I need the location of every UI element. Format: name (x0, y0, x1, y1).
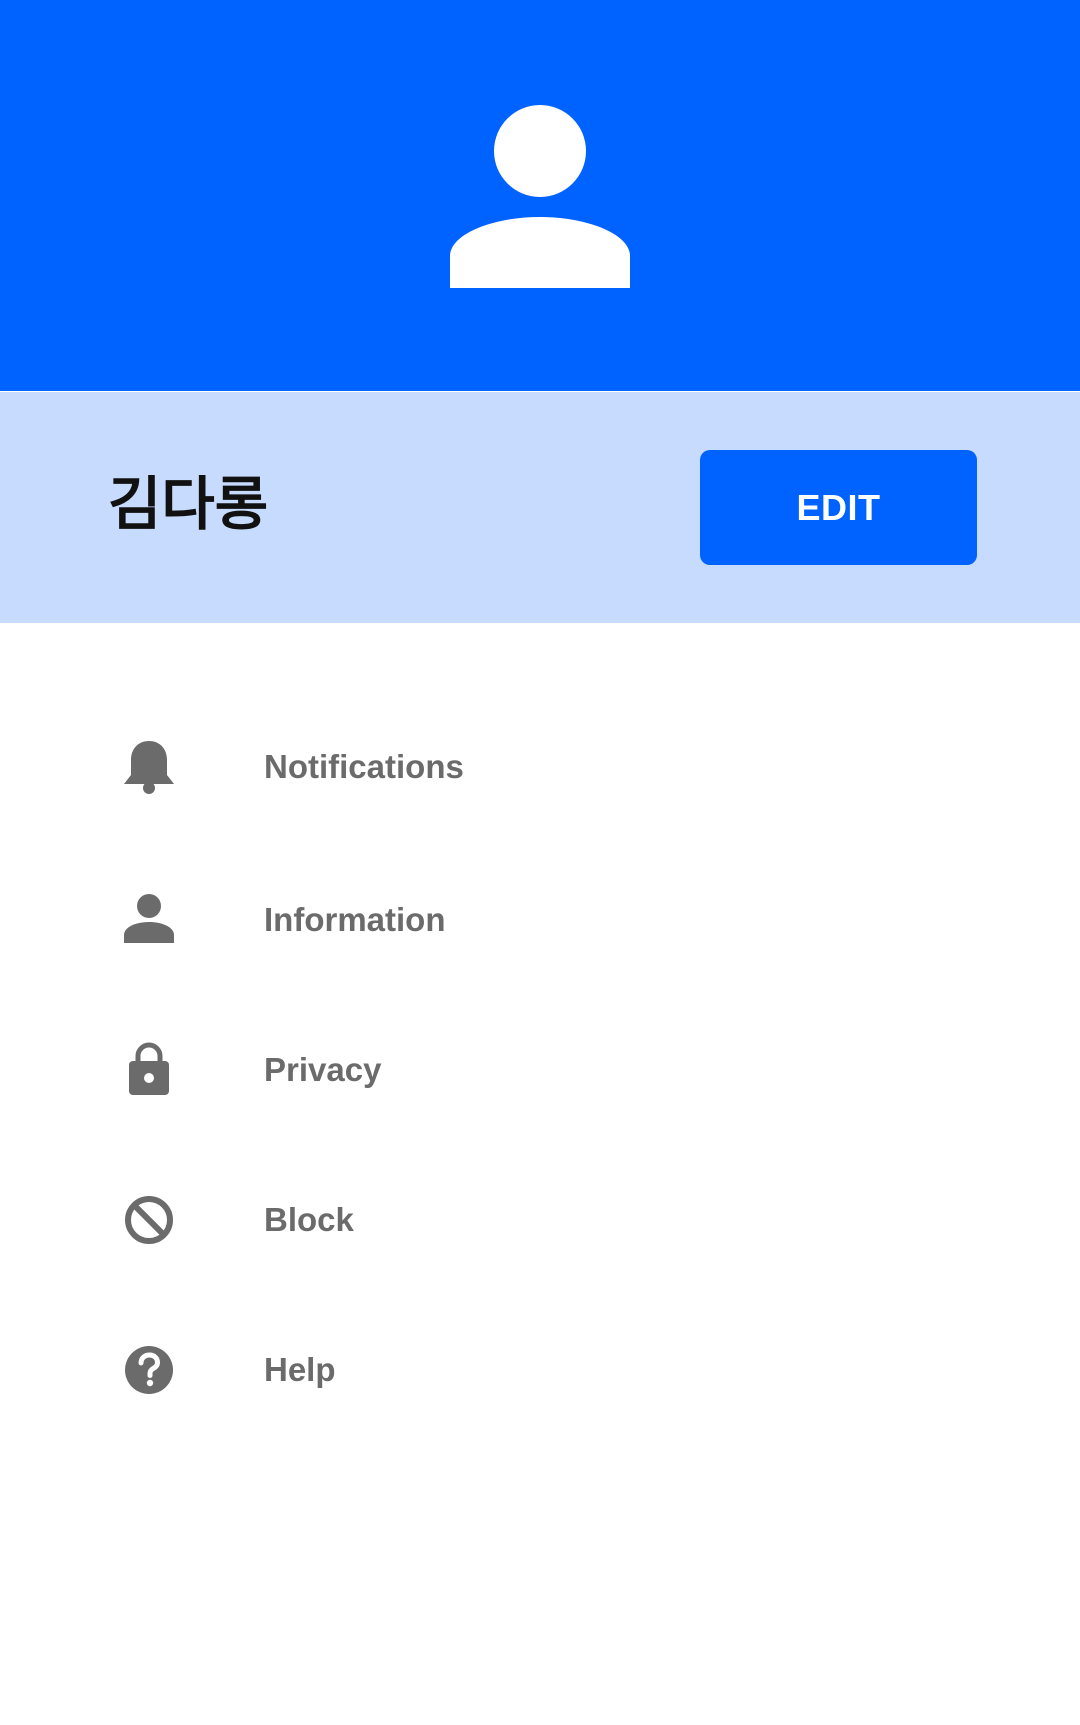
menu-label: Help (264, 1351, 336, 1388)
person-icon (124, 894, 174, 943)
menu-item-privacy[interactable]: Privacy (0, 1005, 1080, 1125)
profile-header (0, 0, 1080, 391)
menu-item-help[interactable]: Help (0, 1305, 1080, 1425)
menu-label: Information (264, 901, 446, 938)
menu-item-block[interactable]: Block (0, 1155, 1080, 1275)
help-icon (125, 1346, 173, 1394)
menu-item-notifications[interactable]: Notifications (0, 702, 1080, 822)
bell-icon (124, 741, 174, 794)
menu-item-information[interactable]: Information (0, 855, 1080, 975)
menu-label: Notifications (264, 748, 464, 785)
menu-label: Block (264, 1201, 354, 1238)
edit-button[interactable]: EDIT (700, 450, 977, 565)
menu-label: Privacy (264, 1051, 382, 1088)
block-icon (125, 1196, 173, 1244)
profile-name: 김다롱 (108, 470, 269, 538)
avatar-person-icon (450, 105, 630, 288)
lock-icon (129, 1042, 169, 1095)
